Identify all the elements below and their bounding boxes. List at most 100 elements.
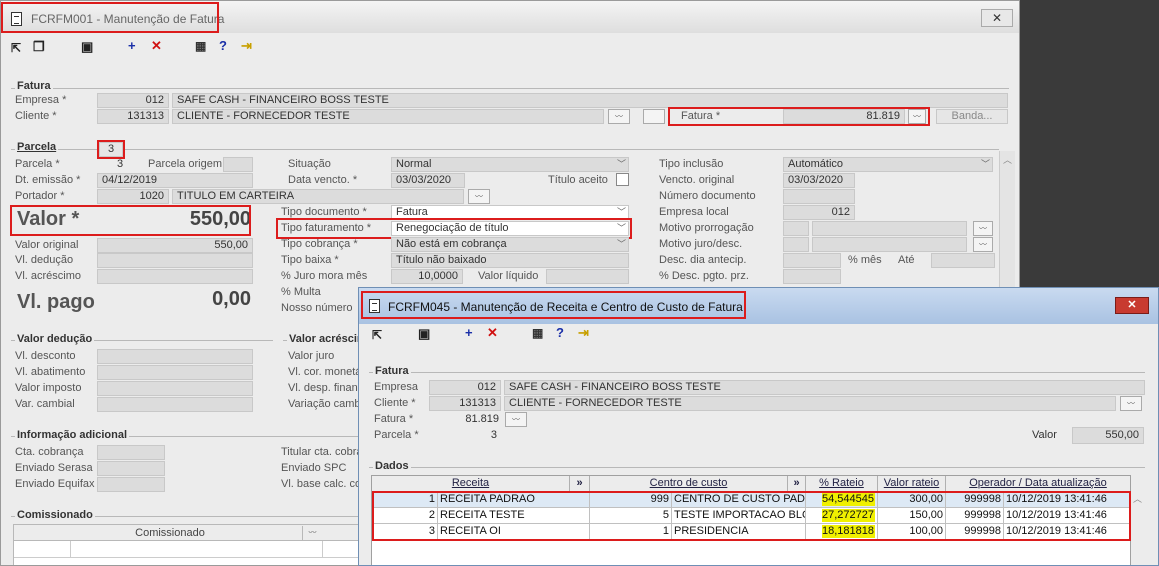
valor-rateio-cell[interactable]: 100,00 [878,524,946,539]
portador-lookup-icon[interactable]: 〰 [468,189,490,204]
valor-acrescimo-title: Valor acréscimo [287,333,359,345]
parcela-number-box[interactable]: 3 [99,142,123,157]
comissionado-column[interactable]: Comissionado [70,527,270,539]
cliente-lookup-icon[interactable]: 〰 [1120,396,1142,411]
save-icon[interactable]: ▣ [81,39,93,55]
cliente-lookup-icon[interactable]: 〰 [608,109,630,124]
delete-icon[interactable]: ✕ [487,325,498,341]
tipo-documento-select[interactable]: Fatura [391,205,629,220]
tipo-faturamento-select[interactable]: Renegociação de título [391,221,629,236]
centro-code-cell[interactable]: 1 [590,524,672,539]
parcela-origem-field[interactable] [223,157,253,172]
multa-label: % Multa [281,286,321,298]
arrow-icon[interactable]: ⇱ [11,41,21,55]
centro-code-cell[interactable]: 5 [590,508,672,523]
receita-expand-button[interactable]: » [570,476,590,492]
valor-rateio-header[interactable]: Valor rateio [878,476,946,492]
emissao-field[interactable]: 04/12/2019 [97,173,253,188]
centro-name-cell[interactable]: TESTE IMPORTACAO BLOQ [672,508,806,523]
desc-pgto-label: % Desc. pgto. prz. [659,270,749,282]
cliente-code[interactable]: 131313 [97,109,169,124]
fatura-lookup-icon[interactable]: 〰 [505,412,527,427]
valor-rateio-cell[interactable]: 300,00 [878,492,946,507]
calculator-icon[interactable]: ▦ [532,326,543,340]
help-icon[interactable]: ? [556,325,564,340]
motivo-juro-lookup-icon[interactable]: 〰 [973,237,993,252]
motivo-prorrogacao-lookup-icon[interactable]: 〰 [973,221,993,236]
data-atualizacao-cell[interactable]: 10/12/2019 13:41:46 [1004,492,1130,507]
valor-rateio-cell[interactable]: 150,00 [878,508,946,523]
arrow-icon[interactable]: ⇱ [372,328,382,342]
rateio-cell[interactable]: 18,181818 [806,524,878,539]
centro-name-cell[interactable]: PRESIDENCIA [672,524,806,539]
fatura-number[interactable]: 81.819 [783,109,905,124]
help-icon[interactable]: ? [219,38,227,53]
vl-desconto-field [97,349,253,364]
receita-code-cell[interactable]: 2 [372,508,438,523]
receita-name-cell[interactable]: RECEITA TESTE [438,508,590,523]
centro-expand-button[interactable]: » [788,476,806,492]
situacao-select[interactable]: Normal [391,157,629,172]
empresa-code[interactable]: 012 [97,93,169,108]
table-row[interactable]: 1RECEITA PADRAO999CENTRO DE CUSTO PADRAO… [372,492,1130,508]
desc-antecip-field[interactable] [783,253,841,268]
centro-code-cell[interactable]: 999 [590,492,672,507]
rateio-cell[interactable]: 27,272727 [806,508,878,523]
receita-code-cell[interactable]: 3 [372,524,438,539]
comissionado-lookup-icon[interactable]: 〰 [302,526,322,540]
valor-liquido-label: Valor líquido [478,270,539,282]
titulo-aceito-checkbox[interactable] [616,173,629,186]
titulo-aceito-label: Título aceito [548,174,608,186]
scroll-up-icon[interactable]: ︿ [1133,492,1142,505]
enviado-serasa-field [97,461,165,476]
table-row[interactable]: 2 RECEITA TESTE 5 TESTE IMPORTACAO BLOQ 27,2… [372,508,1130,524]
blank-button[interactable] [643,109,665,124]
scroll-up-icon[interactable]: ︿ [1003,153,1012,166]
centro-name-cell[interactable]: CENTRO DE CUSTO PADRAO [672,492,806,507]
close-button[interactable]: ✕ [1115,297,1149,314]
juro-mora-field[interactable]: 10,0000 [391,269,463,284]
centro-custo-header[interactable]: Centro de custo [590,476,788,492]
operador-cell[interactable]: 999998 [946,524,1004,539]
cta-cobranca-field [97,445,165,460]
data-atualizacao-cell[interactable]: 10/12/2019 13:41:46 [1004,508,1130,523]
motivo-prorrogacao-code[interactable] [783,221,809,236]
receita-code-cell[interactable]: 1 [372,492,438,507]
table-row[interactable]: 3 RECEITA OI 1 PRESIDENCIA 18,181818 100,00 99… [372,524,1130,540]
dados-table[interactable]: Receita » Centro de custo » % Rateio Val… [371,475,1131,565]
delete-icon[interactable]: ✕ [151,38,162,54]
tipo-inclusao-select[interactable]: Automático [783,157,993,172]
fatura-lookup-icon[interactable]: 〰 [908,109,926,124]
cliente-label: Cliente * [15,110,57,122]
portador-code[interactable]: 1020 [97,189,169,204]
operador-cell[interactable]: 999998 [946,492,1004,507]
rateio-cell[interactable]: 54,544545 [806,492,878,507]
banda-button[interactable]: Banda... [936,109,1008,124]
valor-original-label: Valor original [15,239,79,251]
vencto-field[interactable]: 03/03/2020 [391,173,465,188]
save-icon[interactable]: ▣ [418,326,430,342]
operador-cell[interactable]: 999998 [946,508,1004,523]
operador-header[interactable]: Operador / Data atualização [946,476,1130,492]
desc-pgto-field[interactable] [783,269,841,284]
numero-documento-field[interactable] [783,189,855,204]
tipo-cobranca-select[interactable]: Não está em cobrança [391,237,629,252]
window-title: FCRFM001 - Manutenção de Fatura [31,12,225,26]
exit-icon[interactable]: ⇥ [578,325,589,341]
receita-name-cell[interactable]: RECEITA OI [438,524,590,539]
enviado-equifax-field [97,477,165,492]
receita-header[interactable]: Receita [372,476,570,492]
add-icon[interactable]: + [465,325,473,340]
motivo-juro-label: Motivo juro/desc. [659,238,743,250]
ate-field[interactable] [931,253,995,268]
copy-icon[interactable]: ❐ [33,39,45,55]
comissionado-table[interactable]: Comissionado 〰 [13,524,359,565]
rateio-header[interactable]: % Rateio [806,476,878,492]
calculator-icon[interactable]: ▦ [195,39,206,53]
exit-icon[interactable]: ⇥ [241,38,252,54]
data-atualizacao-cell[interactable]: 10/12/2019 13:41:46 [1004,524,1130,539]
close-button[interactable]: ✕ [981,9,1013,27]
add-icon[interactable]: + [128,38,136,53]
receita-name-cell[interactable]: RECEITA PADRAO [438,492,590,507]
motivo-juro-code[interactable] [783,237,809,252]
